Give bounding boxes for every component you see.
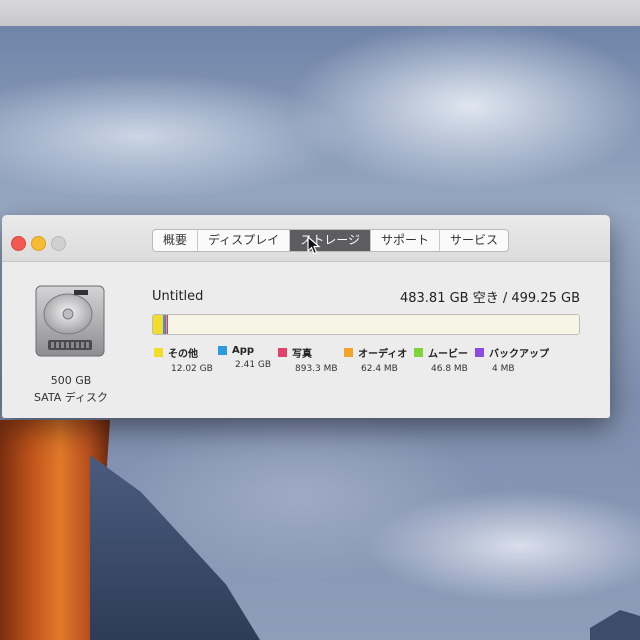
legend-size: 2.41 GB: [235, 360, 272, 370]
legend-item-other: その他 12.02 GB: [154, 345, 213, 374]
legend-item-photos: 写真 893.3 MB: [278, 345, 338, 374]
legend-swatch: [278, 348, 287, 357]
legend-item-backups: バックアップ 4 MB: [475, 345, 549, 374]
legend-label: オーディオ: [358, 349, 408, 360]
legend-item-audio: オーディオ 62.4 MB: [344, 345, 407, 374]
disk-capacity: 500 GB: [50, 374, 92, 387]
legend-size: 46.8 MB: [431, 364, 468, 374]
window-titlebar: 概要 ディスプレイ ストレージ サポート サービス: [2, 215, 610, 262]
tab-displays[interactable]: ディスプレイ: [198, 230, 291, 251]
legend-size: 4 MB: [492, 364, 515, 374]
legend-label: 写真: [292, 349, 312, 360]
storage-usage-bar[interactable]: [152, 314, 580, 335]
disk-type: SATA ディスク: [34, 391, 108, 404]
legend-size: 893.3 MB: [295, 364, 338, 374]
storage-legend: その他 12.02 GB App 2.41 GB 写真 893.3 MB オーデ…: [154, 345, 574, 385]
legend-label: App: [232, 345, 255, 356]
about-this-mac-window: 概要 ディスプレイ ストレージ サポート サービス 500 GB SATA ディ…: [2, 215, 610, 418]
tab-bar: 概要 ディスプレイ ストレージ サポート サービス: [152, 229, 509, 252]
legend-item-apps: App 2.41 GB: [218, 345, 271, 370]
volume-free-space: 483.81 GB 空き / 499.25 GB: [399, 291, 580, 306]
hard-drive-icon: [35, 285, 105, 357]
tab-overview[interactable]: 概要: [153, 230, 199, 251]
legend-item-movies: ムービー 46.8 MB: [414, 345, 468, 374]
menu-bar-edge: [0, 0, 640, 26]
legend-swatch: [344, 348, 353, 357]
legend-swatch: [218, 346, 227, 355]
tab-support[interactable]: サポート: [371, 230, 440, 251]
zoom-button[interactable]: [51, 236, 66, 251]
close-button[interactable]: [11, 236, 26, 251]
legend-swatch: [414, 348, 423, 357]
legend-size: 12.02 GB: [171, 364, 213, 374]
volume-name: Untitled: [152, 289, 204, 304]
legend-label: その他: [168, 349, 198, 360]
mouse-pointer-icon: [307, 236, 321, 255]
legend-label: ムービー: [428, 349, 468, 360]
legend-label: バックアップ: [489, 349, 549, 360]
tab-service[interactable]: サービス: [440, 230, 508, 251]
storage-panel: 500 GB SATA ディスク Untitled 483.81 GB 空き /…: [2, 262, 610, 418]
minimize-button[interactable]: [31, 236, 46, 251]
legend-size: 62.4 MB: [361, 364, 398, 374]
storage-segment-free: [167, 315, 579, 334]
legend-swatch: [154, 348, 163, 357]
tab-storage[interactable]: ストレージ: [290, 230, 371, 251]
storage-segment-other: [153, 315, 164, 334]
legend-swatch: [475, 348, 484, 357]
